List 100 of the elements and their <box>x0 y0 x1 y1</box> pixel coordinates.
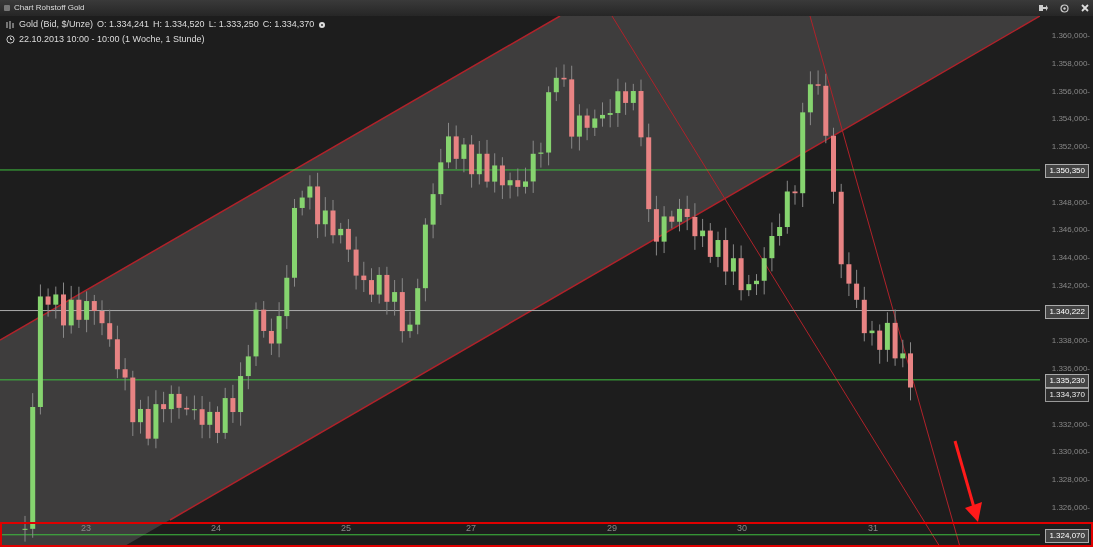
candle <box>869 320 875 347</box>
candle <box>376 266 382 305</box>
x-axis-label: 31 <box>868 524 878 533</box>
candle <box>307 174 313 211</box>
candle <box>900 339 906 368</box>
ohlc-value: C: 1.334,370 <box>262 18 315 31</box>
candle <box>592 109 598 137</box>
candle <box>792 184 798 206</box>
candle <box>638 79 644 147</box>
x-axis-label: 25 <box>341 524 351 533</box>
candle <box>384 266 390 316</box>
y-axis-label: 1.354,000- <box>1051 113 1090 126</box>
y-axis-label: 1.344,000- <box>1051 252 1090 265</box>
candle <box>230 384 236 424</box>
candle <box>908 341 913 401</box>
candle <box>507 172 513 199</box>
candle <box>538 142 544 169</box>
y-axis-label: 1.348,000- <box>1051 196 1090 209</box>
candle <box>284 264 290 330</box>
period-label: 22.10.2013 10:00 - 10:00 (1 Woche, 1 Stunde) <box>19 32 205 46</box>
candle <box>153 389 159 449</box>
y-axis-label: 1.346,000- <box>1051 224 1090 237</box>
candle <box>130 370 136 437</box>
candle <box>138 399 143 435</box>
candle <box>222 387 228 440</box>
y-axis-label: 1.330,000- <box>1051 446 1090 459</box>
candle <box>661 205 667 254</box>
candle <box>846 251 852 297</box>
x-axis-label: 24 <box>211 524 221 533</box>
candle <box>369 267 374 303</box>
export-icon[interactable] <box>1039 4 1048 12</box>
y-axis-label: 1.326,000- <box>1051 502 1090 514</box>
candle <box>607 98 613 128</box>
candle <box>176 386 182 420</box>
candle <box>446 122 451 169</box>
candle <box>892 308 898 367</box>
price-tag: 1.324,070 <box>1045 528 1089 543</box>
window-title: Chart Rohstoff Gold <box>14 2 85 14</box>
settings-icon[interactable] <box>318 20 327 29</box>
candle <box>530 140 536 194</box>
x-axis-label: 29 <box>607 524 617 533</box>
candle <box>61 282 66 339</box>
ohlc-value: H: 1.334,520 <box>153 18 205 31</box>
y-axis-label: 1.328,000- <box>1051 474 1090 487</box>
candle <box>53 286 59 320</box>
candle <box>761 246 767 295</box>
candle <box>145 395 151 446</box>
y-axis-label: 1.356,000- <box>1051 85 1090 98</box>
candle <box>823 73 829 144</box>
y-axis-label: 1.336,000- <box>1051 363 1090 376</box>
price-tag: 1.335,230 <box>1045 373 1089 388</box>
y-axis-label: 1.358,000- <box>1051 57 1090 70</box>
candle <box>669 210 675 229</box>
candle <box>199 395 205 439</box>
window-icon <box>4 5 10 11</box>
candlestick-icon <box>6 20 15 29</box>
x-axis-label: 23 <box>81 524 91 533</box>
candle <box>76 286 82 329</box>
candle <box>330 199 336 244</box>
candle <box>299 190 305 216</box>
candle <box>22 515 28 543</box>
y-axis-label: 1.338,000- <box>1051 335 1090 348</box>
candle <box>453 124 459 170</box>
x-axis-label: 27 <box>466 524 476 533</box>
settings-icon[interactable] <box>1060 3 1069 13</box>
candle <box>584 108 590 141</box>
candle <box>276 301 282 358</box>
candle <box>746 274 752 297</box>
candle <box>600 101 605 128</box>
y-axis-label: 1.332,000- <box>1051 418 1090 431</box>
candle <box>684 195 690 231</box>
y-axis-label: 1.342,000- <box>1051 279 1090 292</box>
candle <box>561 64 567 88</box>
candle <box>738 245 744 301</box>
candle <box>461 137 467 173</box>
candle <box>99 299 105 336</box>
close-icon[interactable] <box>1081 4 1089 12</box>
candle <box>523 167 528 195</box>
candle <box>815 69 821 96</box>
instrument-label: Gold (Bid, $/Unze) <box>19 18 94 31</box>
candle <box>715 231 721 268</box>
candle <box>122 357 128 391</box>
y-axis-label: 1.360,000- <box>1051 30 1090 42</box>
candle <box>515 167 521 197</box>
candle <box>484 139 490 189</box>
candle <box>207 401 213 439</box>
candle <box>353 236 359 290</box>
candle <box>438 148 444 206</box>
candle <box>677 198 682 232</box>
clock-icon <box>6 34 15 44</box>
candle <box>45 287 51 318</box>
candle <box>754 273 759 296</box>
candle <box>215 405 220 444</box>
candle <box>407 311 413 339</box>
price-tag: 1.340,222 <box>1045 304 1089 319</box>
candle <box>253 301 259 367</box>
price-tag: 1.350,350 <box>1045 163 1089 178</box>
candle <box>68 285 74 335</box>
ohlc-value: L: 1.333,250 <box>208 18 259 31</box>
candle <box>430 182 436 239</box>
